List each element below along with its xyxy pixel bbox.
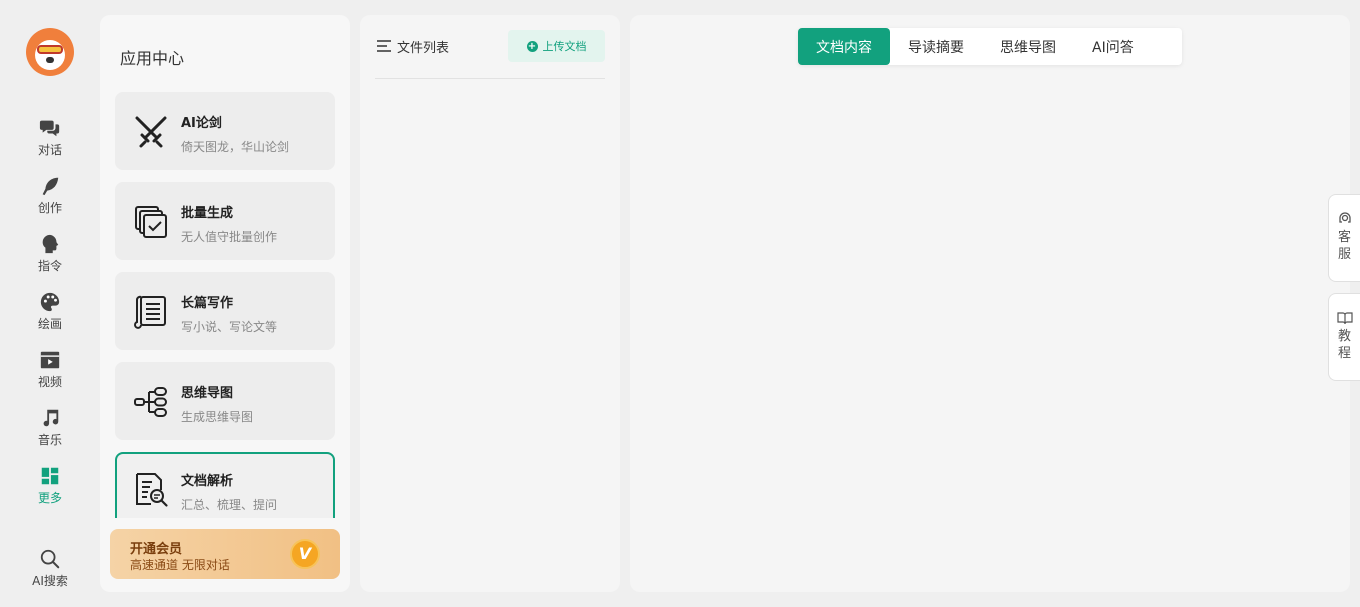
clapperboard-icon — [40, 351, 60, 369]
app-card-title: 思维导图 — [181, 386, 234, 401]
crossed-swords-icon — [135, 116, 167, 148]
nav-item-label: 更多 — [37, 491, 62, 505]
list-menu-icon — [377, 40, 391, 52]
customer-service-button[interactable]: 客服 — [1328, 194, 1360, 282]
vip-upgrade-banner[interactable]: 开通会员 高速通道 无限对话 V — [110, 529, 340, 579]
nav-item-label: 对话 — [37, 143, 62, 157]
chat-bubbles-icon — [39, 120, 60, 137]
file-list-title: 文件列表 — [397, 41, 450, 56]
vip-title: 开通会员 — [130, 542, 183, 557]
file-list-panel: 文件列表 + 上传文档 — [360, 15, 620, 592]
content-tabs: 文档内容 导读摘要 思维导图 AI问答 — [798, 28, 1182, 65]
divider — [375, 78, 605, 79]
vip-badge-icon: V — [290, 539, 320, 569]
app-card-desc: 倚天图龙，华山论剑 — [181, 140, 290, 154]
tab-ai-qa[interactable]: AI问答 — [1074, 28, 1152, 65]
app-card-desc: 汇总、梳理、提问 — [181, 498, 278, 512]
book-open-icon — [1336, 312, 1353, 325]
app-card-title: AI论剑 — [181, 116, 222, 131]
nav-item-label: AI搜索 — [32, 574, 68, 588]
app-card-title: 文档解析 — [181, 474, 234, 489]
nav-item-create[interactable]: 创作 — [14, 175, 86, 227]
nav-item-chat[interactable]: 对话 — [14, 117, 86, 169]
vip-desc: 高速通道 无限对话 — [130, 558, 230, 572]
nav-item-video[interactable]: 视频 — [14, 349, 86, 401]
document-content-panel: 文档内容 导读摘要 思维导图 AI问答 — [630, 15, 1350, 592]
nav-rail: 对话 创作 指令 绘画 视频 音乐 更多 AI搜索 — [0, 0, 100, 607]
upload-document-button[interactable]: + 上传文档 — [508, 30, 605, 62]
nav-item-music[interactable]: 音乐 — [14, 407, 86, 459]
tab-mindmap[interactable]: 思维导图 — [982, 28, 1074, 65]
avatar[interactable] — [26, 28, 74, 76]
app-card-desc: 无人值守批量创作 — [181, 230, 278, 244]
nav-item-label: 视频 — [37, 375, 62, 389]
feather-icon — [42, 177, 59, 196]
headset-icon — [1338, 212, 1351, 223]
app-center-title: 应用中心 — [120, 49, 185, 68]
nav-item-prompt[interactable]: 指令 — [14, 233, 86, 285]
nav-item-label: 音乐 — [37, 433, 62, 447]
app-center-panel: 应用中心 AI论剑 倚天图龙，华山论剑 批量生成 无人值守批量创作 长篇写作 写… — [100, 15, 350, 592]
app-card-batch-generate[interactable]: 批量生成 无人值守批量创作 — [115, 182, 335, 260]
grid-dashboard-icon — [41, 467, 59, 485]
app-card-title: 长篇写作 — [181, 296, 234, 311]
nav-item-ai-search[interactable]: AI搜索 — [14, 548, 86, 600]
music-note-icon — [43, 409, 59, 427]
app-card-desc: 生成思维导图 — [181, 410, 254, 424]
tab-reading-summary[interactable]: 导读摘要 — [890, 28, 982, 65]
scroll-document-icon — [134, 295, 166, 329]
search-icon — [40, 549, 60, 569]
customer-service-label: 客服 — [1337, 230, 1351, 262]
mindmap-icon — [134, 387, 167, 417]
plus-circle-icon: + — [526, 40, 538, 52]
tab-document-content[interactable]: 文档内容 — [798, 28, 890, 65]
app-card-desc: 写小说、写论文等 — [181, 320, 278, 334]
palette-icon — [40, 292, 60, 312]
nav-item-paint[interactable]: 绘画 — [14, 291, 86, 343]
tutorial-label: 教程 — [1337, 329, 1351, 361]
app-card-long-writing[interactable]: 长篇写作 写小说、写论文等 — [115, 272, 335, 350]
app-card-mindmap[interactable]: 思维导图 生成思维导图 — [115, 362, 335, 440]
app-card-ai-duel[interactable]: AI论剑 倚天图龙，华山论剑 — [115, 92, 335, 170]
head-silhouette-icon — [42, 234, 59, 254]
app-card-document-parse[interactable]: 文档解析 汇总、梳理、提问 — [115, 452, 335, 518]
nav-item-label: 绘画 — [37, 317, 62, 331]
nav-item-label: 创作 — [37, 201, 62, 215]
nav-item-more[interactable]: 更多 — [14, 465, 86, 517]
nav-item-label: 指令 — [37, 259, 62, 273]
batch-copy-icon — [135, 206, 167, 238]
upload-label: 上传文档 — [542, 40, 587, 53]
document-search-icon — [136, 473, 168, 507]
tutorial-button[interactable]: 教程 — [1328, 293, 1360, 381]
app-card-title: 批量生成 — [181, 206, 234, 221]
